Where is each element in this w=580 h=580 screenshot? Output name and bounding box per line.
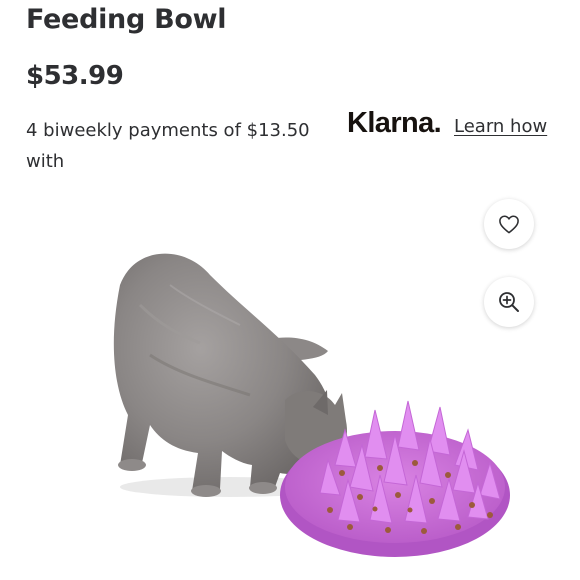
klarna-logo: Klarna. <box>347 107 442 139</box>
product-price: $53.99 <box>26 61 124 91</box>
product-image <box>113 253 510 557</box>
learn-how-link[interactable]: Learn how <box>454 116 547 137</box>
financing-text: 4 biweekly payments of $13.50 with <box>26 120 310 172</box>
product-title: Feeding Bowl <box>26 4 227 35</box>
